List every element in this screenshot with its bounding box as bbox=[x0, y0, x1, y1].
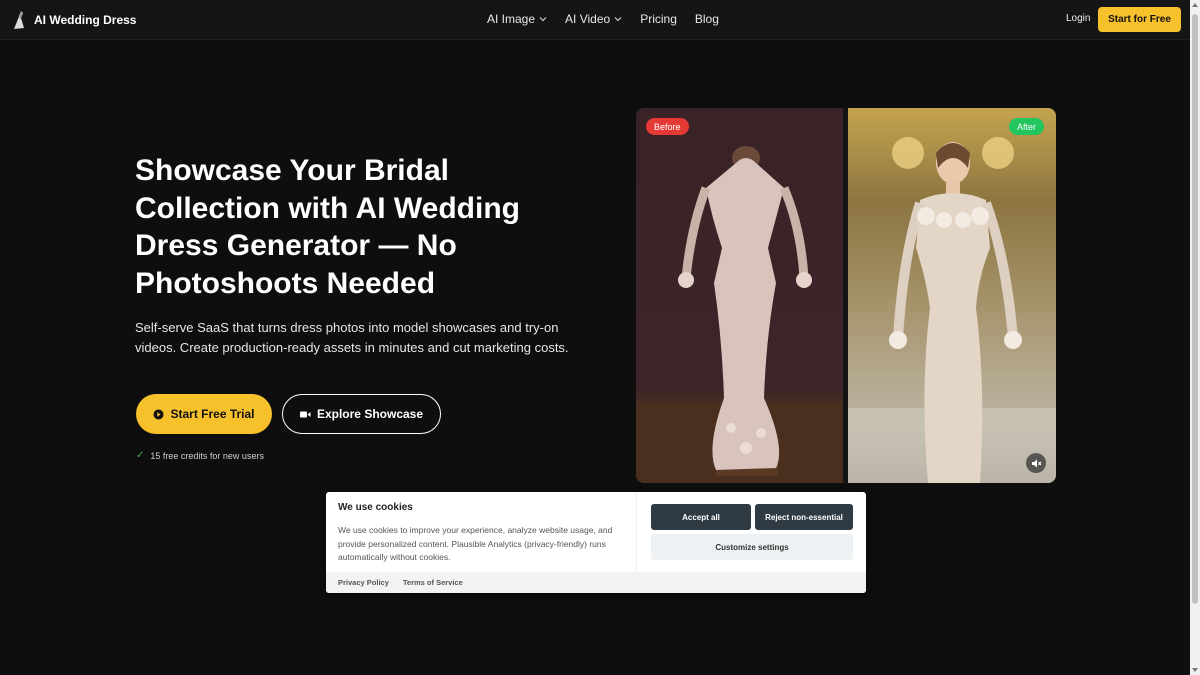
cookie-banner: We use cookies We use cookies to improve… bbox=[326, 492, 866, 593]
hero-title: Showcase Your Bridal Collection with AI … bbox=[135, 154, 520, 300]
scroll-down-icon[interactable] bbox=[1192, 668, 1198, 672]
reject-non-essential-button[interactable]: Reject non-essential bbox=[755, 504, 853, 530]
nav-label: AI Image bbox=[487, 12, 536, 26]
logo-icon bbox=[14, 11, 24, 29]
nav-label: AI Video bbox=[565, 12, 611, 26]
hero-subtitle: Self-serve SaaS that turns dress photos … bbox=[135, 320, 569, 355]
explore-showcase-button[interactable]: Explore Showcase bbox=[282, 394, 441, 434]
start-for-free-button[interactable]: Start for Free bbox=[1098, 7, 1181, 32]
privacy-policy-link[interactable]: Privacy Policy bbox=[338, 578, 389, 587]
nav-label: Blog bbox=[694, 12, 719, 26]
main-nav: AI Image AI Video Pricing Blog bbox=[487, 12, 737, 26]
button-label: Explore Showcase bbox=[316, 407, 424, 421]
play-icon bbox=[153, 409, 164, 419]
after-badge: After bbox=[1008, 118, 1044, 135]
model-dress-illustration bbox=[848, 137, 1056, 483]
button-label: Start Free Trial bbox=[170, 407, 255, 421]
nav-ai-image[interactable]: AI Image bbox=[487, 12, 547, 26]
terms-of-service-link[interactable]: Terms of Service bbox=[403, 578, 463, 587]
scrollbar-thumb[interactable] bbox=[1192, 14, 1198, 604]
nav-label: Pricing bbox=[640, 12, 677, 26]
cookie-text: We use cookies to improve your experienc… bbox=[338, 525, 613, 562]
cookie-footer: Privacy Policy Terms of Service bbox=[326, 572, 866, 593]
after-image: After bbox=[848, 108, 1056, 483]
nav-ai-video[interactable]: AI Video bbox=[565, 12, 622, 26]
mute-icon bbox=[1031, 459, 1041, 467]
nav-blog[interactable]: Blog bbox=[695, 12, 719, 26]
scroll-up-icon[interactable] bbox=[1192, 3, 1198, 7]
credits-text: 15 free credits for new users bbox=[150, 450, 264, 461]
mute-button[interactable] bbox=[1026, 453, 1046, 473]
before-badge: Before bbox=[646, 118, 689, 135]
brand-logo[interactable]: AI Wedding Dress bbox=[12, 10, 136, 30]
customize-settings-button[interactable]: Customize settings bbox=[651, 534, 853, 560]
check-icon: ✓ bbox=[136, 450, 145, 461]
before-image: Before bbox=[636, 108, 843, 483]
page-scrollbar[interactable] bbox=[1190, 0, 1200, 675]
credits-note: ✓ 15 free credits for new users bbox=[136, 450, 264, 461]
nav-pricing[interactable]: Pricing bbox=[640, 12, 677, 26]
before-after-compare[interactable]: Before After bbox=[636, 108, 1056, 483]
chevron-down-icon bbox=[539, 17, 547, 22]
chevron-down-icon bbox=[614, 17, 622, 22]
site-header: AI Wedding Dress AI Image AI Video Prici… bbox=[0, 0, 1190, 40]
brand-name: AI Wedding Dress bbox=[34, 13, 137, 27]
login-link[interactable]: Login bbox=[1066, 13, 1090, 24]
video-icon bbox=[299, 411, 311, 417]
cookie-divider bbox=[636, 492, 637, 572]
start-free-trial-button[interactable]: Start Free Trial bbox=[136, 394, 272, 434]
dress-mannequin-illustration bbox=[636, 146, 843, 483]
accept-all-button[interactable]: Accept all bbox=[651, 504, 751, 530]
cookie-title: We use cookies bbox=[338, 502, 413, 513]
